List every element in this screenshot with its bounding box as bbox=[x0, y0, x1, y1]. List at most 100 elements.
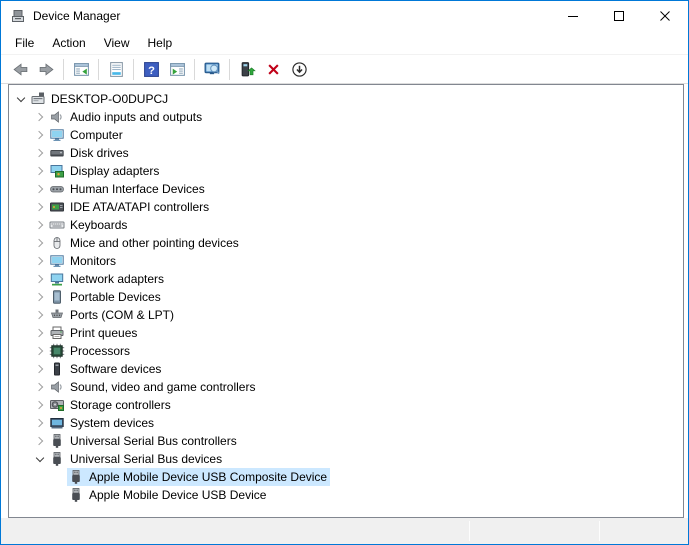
tree-item-area[interactable]: Sound, video and game controllers bbox=[48, 378, 258, 396]
show-console-tree-button[interactable] bbox=[69, 57, 93, 81]
menu-item-help[interactable]: Help bbox=[139, 31, 182, 54]
tree-item[interactable]: Processors bbox=[9, 342, 683, 360]
chevron-collapsed-icon[interactable] bbox=[32, 234, 48, 252]
tree-item[interactable]: DESKTOP-O0DUPCJ bbox=[9, 90, 683, 108]
show-action-pane-button[interactable] bbox=[165, 57, 189, 81]
close-button[interactable] bbox=[642, 1, 688, 31]
menu-item-file[interactable]: File bbox=[6, 31, 43, 54]
disable-device-button[interactable] bbox=[287, 57, 311, 81]
tree-item[interactable]: Disk drives bbox=[9, 144, 683, 162]
chevron-collapsed-icon[interactable] bbox=[32, 342, 48, 360]
tree-item[interactable]: Network adapters bbox=[9, 270, 683, 288]
tree-item-area[interactable]: Ports (COM & LPT) bbox=[48, 306, 177, 324]
chevron-expanded-icon[interactable] bbox=[32, 450, 48, 468]
tree-item[interactable]: Universal Serial Bus devices bbox=[9, 450, 683, 468]
tree-item-area[interactable]: Portable Devices bbox=[48, 288, 164, 306]
chevron-collapsed-icon[interactable] bbox=[32, 216, 48, 234]
maximize-button[interactable] bbox=[596, 1, 642, 31]
tree-item-label: System devices bbox=[70, 416, 154, 430]
chevron-collapsed-icon[interactable] bbox=[32, 306, 48, 324]
tree-item[interactable]: Universal Serial Bus controllers bbox=[9, 432, 683, 450]
chevron-collapsed-icon[interactable] bbox=[32, 324, 48, 342]
chevron-collapsed-icon[interactable] bbox=[32, 144, 48, 162]
tree-item[interactable]: Computer bbox=[9, 126, 683, 144]
chevron-collapsed-icon[interactable] bbox=[32, 252, 48, 270]
chevron-collapsed-icon[interactable] bbox=[32, 432, 48, 450]
tree-item-label: Human Interface Devices bbox=[70, 182, 205, 196]
usb-icon bbox=[68, 487, 84, 503]
tree-item[interactable]: Audio inputs and outputs bbox=[9, 108, 683, 126]
forward-button[interactable] bbox=[34, 57, 58, 81]
tree-item[interactable]: Storage controllers bbox=[9, 396, 683, 414]
chevron-collapsed-icon[interactable] bbox=[32, 270, 48, 288]
tree-item[interactable]: System devices bbox=[9, 414, 683, 432]
minimize-icon bbox=[568, 11, 578, 21]
chevron-collapsed-icon[interactable] bbox=[32, 108, 48, 126]
tree-item-area[interactable]: Mice and other pointing devices bbox=[48, 234, 242, 252]
scan-for-hardware-changes-button[interactable] bbox=[200, 57, 224, 81]
tree-item[interactable]: Print queues bbox=[9, 324, 683, 342]
tree-item[interactable]: Monitors bbox=[9, 252, 683, 270]
update-driver-button[interactable] bbox=[235, 57, 259, 81]
tree-item[interactable]: IDE ATA/ATAPI controllers bbox=[9, 198, 683, 216]
chevron-collapsed-icon[interactable] bbox=[32, 162, 48, 180]
tree-indent bbox=[13, 153, 32, 154]
tree-item[interactable]: Ports (COM & LPT) bbox=[9, 306, 683, 324]
tree-item-area[interactable]: Print queues bbox=[48, 324, 140, 342]
chevron-expanded-icon[interactable] bbox=[13, 90, 29, 108]
tree-indent bbox=[13, 279, 32, 280]
tree-item-selected-area[interactable]: Apple Mobile Device USB Composite Device bbox=[67, 468, 330, 486]
tree-item-area[interactable]: Processors bbox=[48, 342, 133, 360]
chevron-collapsed-icon[interactable] bbox=[32, 360, 48, 378]
tree-item-area[interactable]: Human Interface Devices bbox=[48, 180, 208, 198]
chevron-collapsed-icon[interactable] bbox=[32, 180, 48, 198]
chevron-collapsed-icon[interactable] bbox=[32, 198, 48, 216]
minimize-button[interactable] bbox=[550, 1, 596, 31]
tree-item-area[interactable]: Network adapters bbox=[48, 270, 167, 288]
tree-item-label: IDE ATA/ATAPI controllers bbox=[70, 200, 209, 214]
tree-item-area[interactable]: Disk drives bbox=[48, 144, 132, 162]
uninstall-device-button[interactable] bbox=[261, 57, 285, 81]
tree-item[interactable]: Apple Mobile Device USB Composite Device bbox=[9, 468, 683, 486]
toolbar-separator bbox=[229, 59, 230, 80]
tree-item-area[interactable]: Apple Mobile Device USB Device bbox=[67, 486, 269, 504]
toolbar: ? bbox=[1, 55, 688, 84]
chevron-collapsed-icon[interactable] bbox=[32, 414, 48, 432]
tree-item[interactable]: Human Interface Devices bbox=[9, 180, 683, 198]
tree-indent bbox=[13, 423, 32, 424]
tree-item-area[interactable]: Universal Serial Bus devices bbox=[48, 450, 225, 468]
tree-item-area[interactable]: System devices bbox=[48, 414, 157, 432]
tree-item[interactable]: Sound, video and game controllers bbox=[9, 378, 683, 396]
tree-item-area[interactable]: IDE ATA/ATAPI controllers bbox=[48, 198, 212, 216]
chevron-collapsed-icon[interactable] bbox=[32, 378, 48, 396]
tree-item[interactable]: Display adapters bbox=[9, 162, 683, 180]
tree-item-area[interactable]: Software devices bbox=[48, 360, 164, 378]
tree-item-label: Monitors bbox=[70, 254, 116, 268]
properties-button[interactable] bbox=[104, 57, 128, 81]
chevron-collapsed-icon[interactable] bbox=[32, 288, 48, 306]
disk-drive-icon bbox=[49, 145, 65, 161]
tree-item-area[interactable]: Audio inputs and outputs bbox=[48, 108, 205, 126]
tree-item-area[interactable]: Storage controllers bbox=[48, 396, 174, 414]
tree-item[interactable]: Portable Devices bbox=[9, 288, 683, 306]
help-button[interactable]: ? bbox=[139, 57, 163, 81]
tree-item-area[interactable]: Computer bbox=[48, 126, 126, 144]
device-tree: DESKTOP-O0DUPCJAudio inputs and outputsC… bbox=[9, 85, 683, 504]
tree-item[interactable]: Keyboards bbox=[9, 216, 683, 234]
tree-item-area[interactable]: Monitors bbox=[48, 252, 119, 270]
status-bar-separator bbox=[469, 521, 470, 541]
tree-item[interactable]: Software devices bbox=[9, 360, 683, 378]
tree-item-area[interactable]: DESKTOP-O0DUPCJ bbox=[29, 90, 171, 108]
tree-item-label: Network adapters bbox=[70, 272, 164, 286]
back-button[interactable] bbox=[8, 57, 32, 81]
menu-item-action[interactable]: Action bbox=[43, 31, 94, 54]
chevron-collapsed-icon[interactable] bbox=[32, 126, 48, 144]
title-bar[interactable]: Device Manager bbox=[1, 1, 688, 31]
tree-item-area[interactable]: Display adapters bbox=[48, 162, 162, 180]
tree-item-area[interactable]: Keyboards bbox=[48, 216, 130, 234]
chevron-collapsed-icon[interactable] bbox=[32, 396, 48, 414]
tree-item[interactable]: Apple Mobile Device USB Device bbox=[9, 486, 683, 504]
menu-item-view[interactable]: View bbox=[95, 31, 139, 54]
tree-item-area[interactable]: Universal Serial Bus controllers bbox=[48, 432, 240, 450]
tree-item[interactable]: Mice and other pointing devices bbox=[9, 234, 683, 252]
